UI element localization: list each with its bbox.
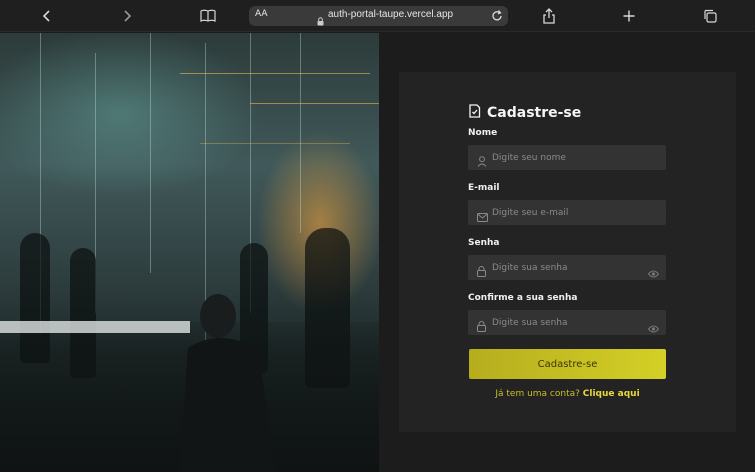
signup-icon xyxy=(468,103,481,122)
address-bar[interactable]: AA auth-portal-taupe.vercel.app xyxy=(249,6,508,26)
new-tab-icon[interactable] xyxy=(618,6,640,26)
person-with-laptop-illustration xyxy=(179,294,276,472)
email-label: E-mail xyxy=(468,183,500,193)
mail-icon xyxy=(477,207,488,226)
confirm-password-label: Confirme a sua senha xyxy=(468,293,578,303)
login-link[interactable]: Clique aqui xyxy=(583,389,640,399)
reload-icon[interactable] xyxy=(490,8,504,27)
login-prompt: Já tem uma conta? Clique aqui xyxy=(469,389,666,399)
lock-icon xyxy=(477,262,486,281)
confirm-password-field[interactable] xyxy=(468,310,666,335)
name-field[interactable] xyxy=(468,145,666,170)
password-field[interactable] xyxy=(468,255,666,280)
back-icon[interactable] xyxy=(36,6,58,26)
email-input[interactable] xyxy=(492,200,642,225)
forward-icon[interactable] xyxy=(116,6,138,26)
hero-image xyxy=(0,33,379,472)
login-question: Já tem uma conta? xyxy=(495,389,580,399)
password-input[interactable] xyxy=(492,255,642,280)
name-input[interactable] xyxy=(492,145,642,170)
text-size-button[interactable]: AA xyxy=(255,9,268,19)
bookmarks-icon[interactable] xyxy=(197,6,219,26)
form-title: Cadastre-se xyxy=(487,104,582,121)
url-text: auth-portal-taupe.vercel.app xyxy=(328,9,454,20)
browser-toolbar: AA auth-portal-taupe.vercel.app xyxy=(0,0,755,32)
form-header: Cadastre-se xyxy=(468,103,581,122)
lock-icon xyxy=(317,11,324,30)
share-icon[interactable] xyxy=(538,6,560,26)
confirm-password-input[interactable] xyxy=(492,310,642,335)
name-label: Nome xyxy=(468,128,498,138)
email-field[interactable] xyxy=(468,200,666,225)
show-password-icon[interactable] xyxy=(647,263,660,282)
lock-icon xyxy=(477,317,486,336)
tabs-overview-icon[interactable] xyxy=(699,6,721,26)
signup-button[interactable]: Cadastre-se xyxy=(469,349,666,379)
show-confirm-password-icon[interactable] xyxy=(647,318,660,337)
password-label: Senha xyxy=(468,238,500,248)
user-icon xyxy=(477,152,487,171)
